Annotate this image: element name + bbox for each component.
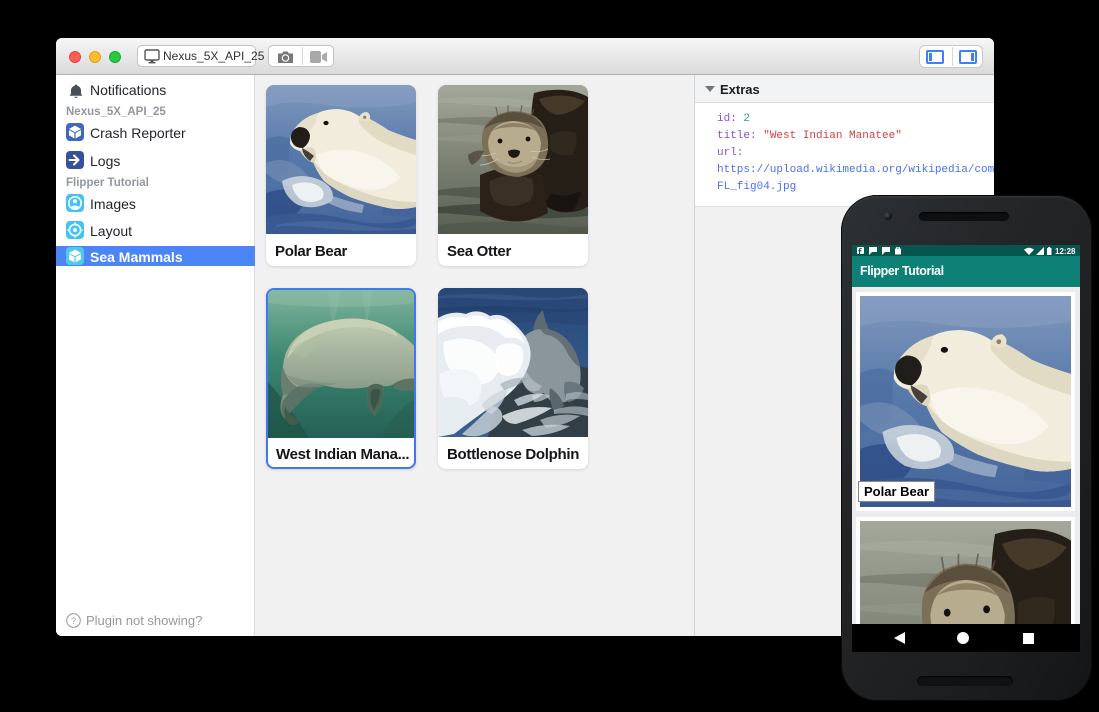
svg-text:12:28: 12:28 bbox=[1055, 247, 1076, 255]
svg-text:?: ? bbox=[71, 616, 76, 627]
